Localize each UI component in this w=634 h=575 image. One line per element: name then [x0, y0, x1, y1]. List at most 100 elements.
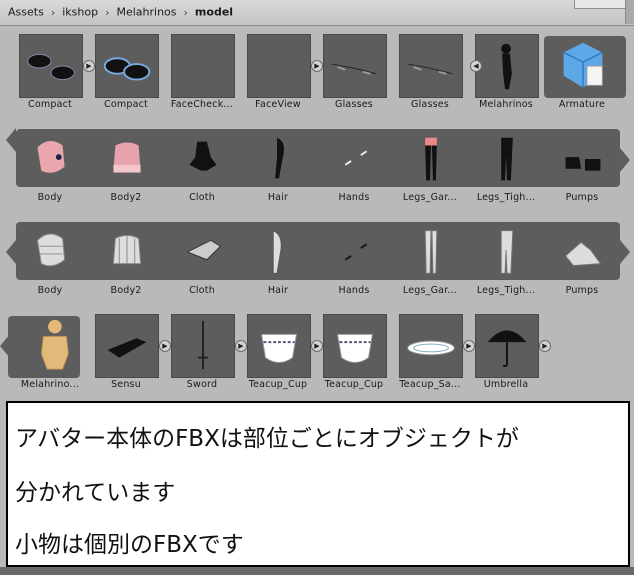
asset-thumbnail[interactable] [20, 128, 82, 190]
asset-thumbnail[interactable] [248, 315, 310, 377]
asset-thumbnail[interactable] [172, 221, 234, 283]
asset-tile[interactable]: Glasses [392, 27, 468, 117]
asset-thumbnail[interactable] [476, 128, 538, 190]
asset-tile[interactable]: Body2 [88, 213, 164, 303]
asset-tile[interactable]: Compact [88, 27, 164, 117]
asset-tile[interactable]: Hands [316, 120, 392, 210]
compact-open-icon [27, 53, 75, 81]
breadcrumb-item-ikshop[interactable]: ikshop [62, 6, 98, 19]
asset-tile[interactable]: FaceView ▶ [240, 27, 323, 117]
asset-thumbnail[interactable] [20, 35, 82, 97]
asset-tile[interactable]: Cloth [164, 120, 240, 210]
asset-tile[interactable]: Legs_Tigh... [468, 120, 544, 210]
asset-label: Compact [28, 99, 72, 110]
asset-thumbnail[interactable] [400, 128, 462, 190]
empty-thumb-icon [172, 35, 234, 97]
pumps-mesh-icon [564, 241, 602, 267]
asset-label: Melahrinos [479, 99, 533, 110]
asset-thumbnail[interactable] [476, 221, 538, 283]
legs-garter-mesh-icon [424, 230, 438, 274]
sword-icon [198, 320, 208, 370]
asset-tile[interactable]: Teacup_Cup ▶ [240, 307, 323, 397]
asset-tile[interactable]: Legs_Gar... [392, 213, 468, 303]
collapse-arrow-icon[interactable]: ◀ [470, 60, 482, 72]
asset-thumbnail[interactable] [324, 221, 386, 283]
asset-tile[interactable]: Legs_Tigh... [468, 213, 544, 303]
asset-tile[interactable]: Sword ▶ [164, 307, 247, 397]
asset-thumbnail[interactable] [172, 128, 234, 190]
asset-tile[interactable]: Legs_Gar... [392, 120, 468, 210]
legs-tights-mesh-icon [500, 230, 514, 274]
caption-box: アバター本体のFBXは部位ごとにオブジェクトが 分かれています 小物は個別のFB… [6, 401, 630, 567]
asset-tile[interactable]: Pumps [544, 213, 620, 303]
asset-tile[interactable]: Body2 [88, 120, 164, 210]
asset-label: Hair [267, 192, 289, 203]
asset-label: Legs_Gar... [402, 192, 458, 203]
asset-tile[interactable]: Hands [316, 213, 392, 303]
sensu-fan-icon [107, 338, 147, 358]
asset-tile[interactable]: Sensu ▶ [88, 307, 171, 397]
asset-label: Hair [267, 285, 289, 296]
asset-label: FaceCheck... [170, 99, 234, 110]
asset-tile[interactable]: Pumps [544, 120, 620, 210]
legs-tights-icon [501, 137, 513, 181]
asset-thumbnail[interactable] [96, 315, 158, 377]
asset-tile[interactable]: Hair [240, 120, 316, 210]
group-band-right-cap [620, 240, 630, 264]
asset-label: Glasses [411, 99, 449, 110]
asset-thumbnail[interactable] [96, 128, 158, 190]
asset-thumbnail[interactable] [248, 128, 310, 190]
asset-tile[interactable]: Body [12, 213, 88, 303]
asset-thumbnail[interactable] [20, 221, 82, 283]
asset-tile[interactable]: Melahrino... [12, 307, 88, 397]
hands-mesh-icon [344, 243, 368, 261]
asset-thumbnail[interactable] [552, 128, 614, 190]
asset-tile[interactable]: Cloth [164, 213, 240, 303]
asset-tile[interactable]: Hair [240, 213, 316, 303]
asset-label: Teacup_Sa... [399, 379, 461, 390]
asset-thumbnail[interactable] [400, 221, 462, 283]
asset-thumbnail[interactable] [324, 315, 386, 377]
asset-label: Sensu [111, 379, 141, 390]
asset-tile[interactable]: Teacup_Cup [316, 307, 392, 397]
cloth-mesh-icon [186, 239, 222, 261]
asset-thumbnail[interactable] [400, 35, 462, 97]
asset-tile[interactable]: Teacup_Sa... ▶ [392, 307, 475, 397]
neck-skin-icon [113, 142, 141, 173]
asset-label: Teacup_Cup [248, 379, 308, 390]
breadcrumb: Assets › ikshop › Melahrinos › model [8, 5, 233, 19]
asset-tile[interactable]: Armature [544, 27, 620, 117]
asset-thumbnail[interactable] [20, 315, 82, 377]
avatar-figure-icon [501, 43, 512, 90]
asset-thumbnail[interactable] [96, 221, 158, 283]
asset-tile[interactable]: Umbrella ▶ [468, 307, 551, 397]
scrollbar-grip[interactable] [625, 0, 634, 24]
asset-thumbnail[interactable] [552, 221, 614, 283]
breadcrumb-item-assets[interactable]: Assets [8, 6, 44, 19]
head-mesh-icon [36, 233, 66, 267]
asset-thumbnail[interactable] [552, 35, 614, 97]
teacup-icon [336, 333, 374, 363]
asset-thumbnail[interactable] [172, 35, 234, 97]
asset-thumbnail[interactable] [248, 221, 310, 283]
asset-label: Sword [186, 379, 218, 390]
breadcrumb-item-melahrinos[interactable]: Melahrinos [116, 6, 176, 19]
scroll-control[interactable] [574, 0, 632, 9]
asset-thumbnail[interactable] [172, 315, 234, 377]
asset-thumbnail[interactable] [476, 315, 538, 377]
asset-label: Body2 [110, 192, 142, 203]
asset-thumbnail[interactable] [324, 128, 386, 190]
asset-tile[interactable]: FaceCheck... [164, 27, 240, 117]
asset-tile[interactable]: Compact ▶ [12, 27, 95, 117]
expand-arrow-icon[interactable]: ▶ [539, 340, 551, 352]
asset-thumbnail[interactable] [248, 35, 310, 97]
asset-tile[interactable]: Body [12, 120, 88, 210]
asset-thumbnail[interactable] [400, 315, 462, 377]
asset-thumbnail[interactable] [476, 35, 538, 97]
asset-thumbnail[interactable] [324, 35, 386, 97]
asset-thumbnail[interactable] [96, 35, 158, 97]
asset-tile[interactable]: Glasses [316, 27, 392, 117]
asset-tile[interactable]: Melahrinos ◀ [468, 27, 544, 117]
pumps-icon [565, 157, 601, 171]
breadcrumb-item-model[interactable]: model [195, 6, 233, 19]
